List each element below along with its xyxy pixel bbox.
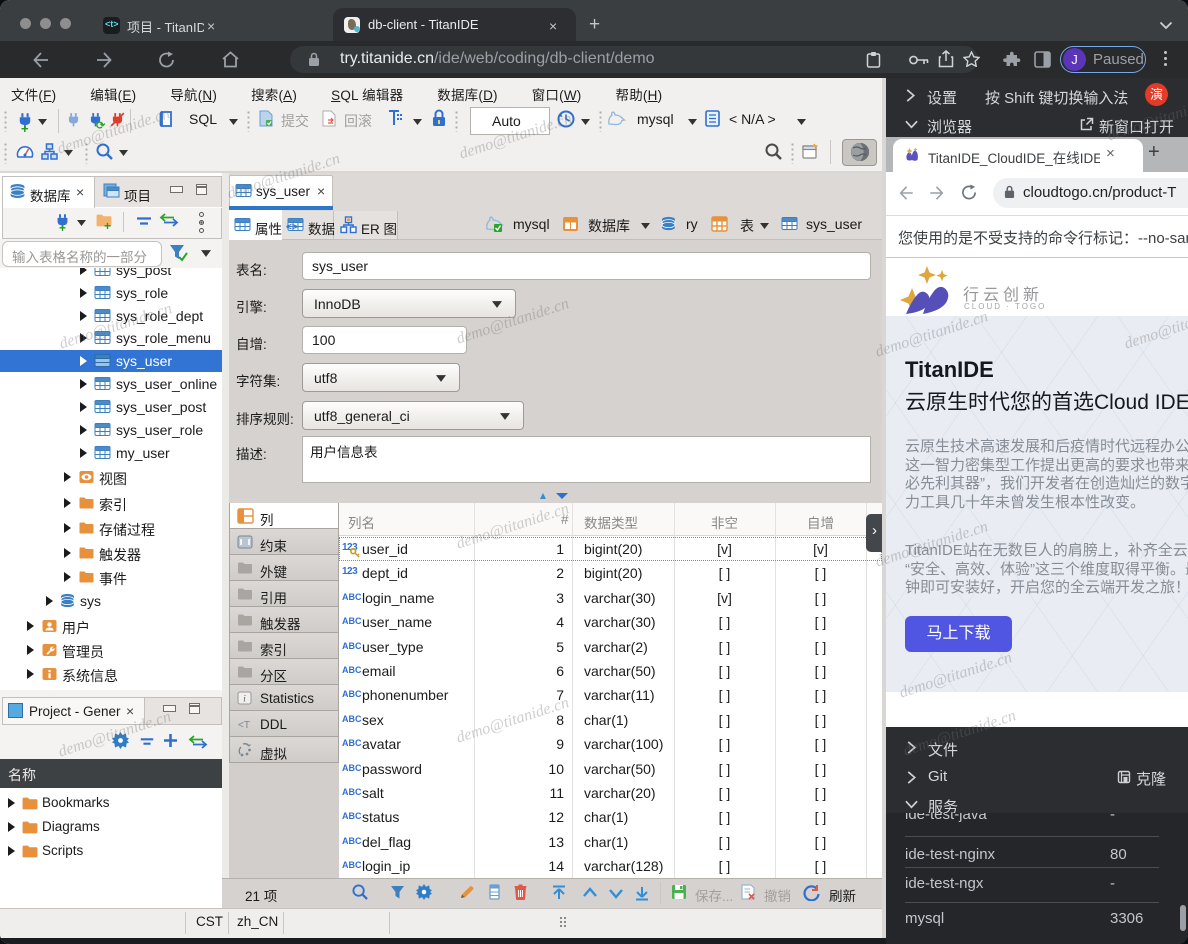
svg-text:<T: <T xyxy=(238,720,250,731)
